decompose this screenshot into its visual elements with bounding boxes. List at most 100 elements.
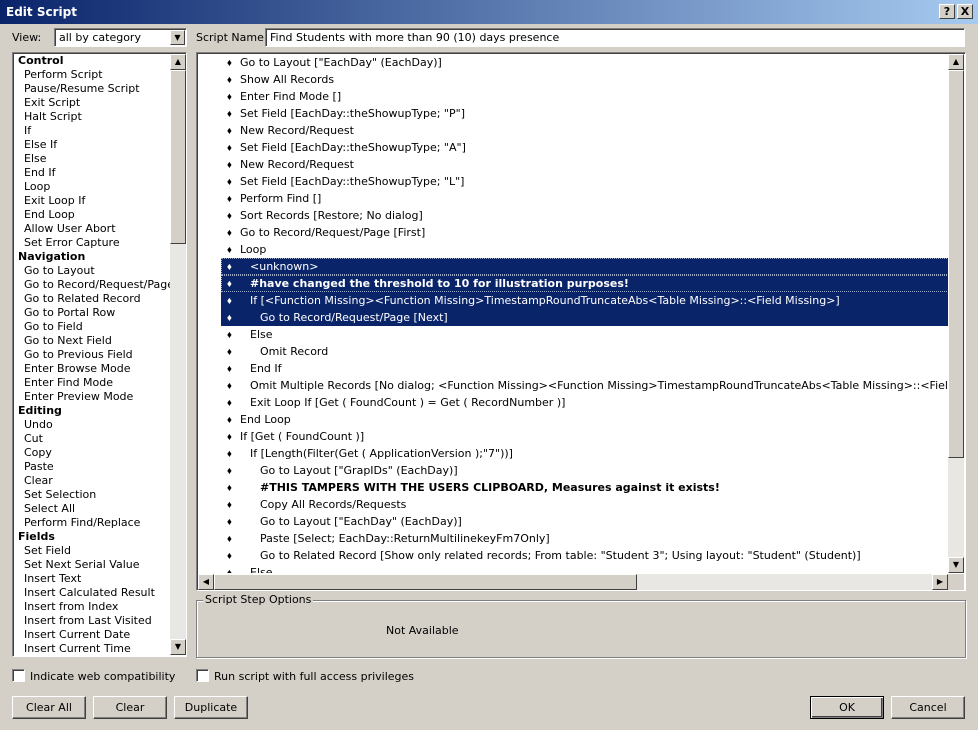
script-line[interactable]: ◆ If [Length(Filter(Get ( ApplicationVers… bbox=[221, 445, 949, 462]
step-list-item[interactable]: Exit Loop If bbox=[14, 194, 170, 208]
script-line[interactable]: ◆ Perform Find [] bbox=[221, 190, 949, 207]
step-list-item[interactable]: Go to Previous Field bbox=[14, 348, 170, 362]
editor-hscroll-thumb[interactable] bbox=[214, 574, 637, 590]
step-list-item[interactable]: Go to Related Record bbox=[14, 292, 170, 306]
editor-scroll-right-icon[interactable]: ▶ bbox=[932, 574, 948, 590]
step-category-fields[interactable]: Fields bbox=[14, 530, 170, 544]
drag-handle-icon[interactable]: ◆ bbox=[227, 258, 233, 275]
drag-handle-icon[interactable]: ◆ bbox=[227, 292, 233, 309]
drag-handle-icon[interactable]: ◆ bbox=[227, 190, 233, 207]
drag-handle-icon[interactable]: ◆ bbox=[227, 360, 233, 377]
script-line[interactable]: ◆ Go to Layout ["EachDay" (EachDay)] bbox=[221, 54, 949, 71]
script-steps-list[interactable]: Control Perform Script Pause/Resume Script… bbox=[12, 52, 187, 657]
drag-handle-icon[interactable]: ◆ bbox=[227, 479, 233, 496]
drag-handle-icon[interactable]: ◆ bbox=[227, 564, 233, 573]
ok-button[interactable]: OK bbox=[810, 696, 884, 719]
step-category-editing[interactable]: Editing bbox=[14, 404, 170, 418]
drag-handle-icon[interactable]: ◆ bbox=[227, 309, 233, 326]
step-list-item[interactable]: Go to Portal Row bbox=[14, 306, 170, 320]
script-name-input[interactable]: Find Students with more than 90 (10) day… bbox=[265, 28, 965, 47]
drag-handle-icon[interactable]: ◆ bbox=[227, 462, 233, 479]
step-list-item[interactable]: Go to Layout bbox=[14, 264, 170, 278]
steps-scroll-thumb[interactable] bbox=[170, 70, 186, 244]
script-line[interactable]: ◆ Loop bbox=[221, 241, 949, 258]
script-line[interactable]: ◆ Paste [Select; EachDay::ReturnMultiline… bbox=[221, 530, 949, 547]
script-line[interactable]: ◆ Go to Layout ["GrapIDs" (EachDay)] bbox=[221, 462, 949, 479]
script-line[interactable]: ◆ Go to Record/Request/Page [First] bbox=[221, 224, 949, 241]
clear-button[interactable]: Clear bbox=[93, 696, 167, 719]
editor-hscrollbar[interactable]: ◀ ▶ bbox=[198, 574, 948, 590]
duplicate-button[interactable]: Duplicate bbox=[174, 696, 248, 719]
drag-handle-icon[interactable]: ◆ bbox=[227, 139, 233, 156]
step-list-item[interactable]: Go to Record/Request/Page bbox=[14, 278, 170, 292]
help-button[interactable]: ? bbox=[939, 4, 955, 19]
step-list-item[interactable]: Go to Field bbox=[14, 320, 170, 334]
clear-all-button[interactable]: Clear All bbox=[12, 696, 86, 719]
step-list-item[interactable]: Allow User Abort bbox=[14, 222, 170, 236]
drag-handle-icon[interactable]: ◆ bbox=[227, 428, 233, 445]
step-list-item[interactable]: Copy bbox=[14, 446, 170, 460]
script-line[interactable]: ◆ Go to Related Record [Show only related… bbox=[221, 547, 949, 564]
drag-handle-icon[interactable]: ◆ bbox=[227, 207, 233, 224]
drag-handle-icon[interactable]: ◆ bbox=[227, 275, 233, 292]
drag-handle-icon[interactable]: ◆ bbox=[227, 547, 233, 564]
drag-handle-icon[interactable]: ◆ bbox=[227, 71, 233, 88]
step-list-item[interactable]: Insert Current Time bbox=[14, 642, 170, 655]
script-line[interactable]: ◆ Enter Find Mode [] bbox=[221, 88, 949, 105]
script-line[interactable]: ◆ #THIS TAMPERS WITH THE USERS CLIPBOARD,… bbox=[221, 479, 949, 496]
scroll-up-icon[interactable]: ▲ bbox=[170, 54, 186, 70]
drag-handle-icon[interactable]: ◆ bbox=[227, 105, 233, 122]
step-list-item[interactable]: Set Field bbox=[14, 544, 170, 558]
step-list-item[interactable]: Cut bbox=[14, 432, 170, 446]
script-line[interactable]: ◆ <unknown> bbox=[221, 258, 949, 275]
editor-scroll-up-icon[interactable]: ▲ bbox=[948, 54, 964, 70]
script-line[interactable]: ◆ Else bbox=[221, 564, 949, 573]
drag-handle-icon[interactable]: ◆ bbox=[227, 513, 233, 530]
step-list-item[interactable]: Perform Find/Replace bbox=[14, 516, 170, 530]
step-list-item[interactable]: Loop bbox=[14, 180, 170, 194]
step-list-item[interactable]: Enter Browse Mode bbox=[14, 362, 170, 376]
script-line[interactable]: ◆ New Record/Request bbox=[221, 156, 949, 173]
editor-scroll-left-icon[interactable]: ◀ bbox=[198, 574, 214, 590]
script-line[interactable]: ◆ Show All Records bbox=[221, 71, 949, 88]
drag-handle-icon[interactable]: ◆ bbox=[227, 496, 233, 513]
step-list-item[interactable]: Set Next Serial Value bbox=[14, 558, 170, 572]
step-list-item[interactable]: Insert Calculated Result bbox=[14, 586, 170, 600]
script-line[interactable]: ◆ Sort Records [Restore; No dialog] bbox=[221, 207, 949, 224]
script-editor[interactable]: ◆ Go to Layout ["EachDay" (EachDay)] ◆ Show… bbox=[196, 52, 966, 591]
step-list-item[interactable]: Set Selection bbox=[14, 488, 170, 502]
web-compat-checkbox[interactable] bbox=[12, 669, 25, 682]
drag-handle-icon[interactable]: ◆ bbox=[227, 156, 233, 173]
step-category-navigation[interactable]: Navigation bbox=[14, 250, 170, 264]
script-line[interactable]: ◆ If [Get ( FoundCount )] bbox=[221, 428, 949, 445]
drag-handle-icon[interactable]: ◆ bbox=[227, 343, 233, 360]
script-line[interactable]: ◆ End Loop bbox=[221, 411, 949, 428]
editor-scroll-down-icon[interactable]: ▼ bbox=[948, 557, 964, 573]
step-list-item[interactable]: If bbox=[14, 124, 170, 138]
script-line[interactable]: ◆ If [<Function Missing><Function Missing… bbox=[221, 292, 949, 309]
step-list-item[interactable]: Perform Script bbox=[14, 68, 170, 82]
step-list-item[interactable]: Exit Script bbox=[14, 96, 170, 110]
step-list-item[interactable]: Insert from Last Visited bbox=[14, 614, 170, 628]
drag-handle-icon[interactable]: ◆ bbox=[227, 377, 233, 394]
chevron-down-icon[interactable]: ▼ bbox=[170, 30, 185, 45]
step-list-item[interactable]: Paste bbox=[14, 460, 170, 474]
script-line[interactable]: ◆ Go to Record/Request/Page [Next] bbox=[221, 309, 949, 326]
close-button[interactable]: X bbox=[957, 4, 973, 19]
step-list-item[interactable]: End If bbox=[14, 166, 170, 180]
steps-scrollbar[interactable]: ▲ ▼ bbox=[170, 54, 186, 655]
drag-handle-icon[interactable]: ◆ bbox=[227, 326, 233, 343]
step-list-item[interactable]: Enter Preview Mode bbox=[14, 390, 170, 404]
script-line[interactable]: ◆ Omit Multiple Records [No dialog; <Func… bbox=[221, 377, 949, 394]
drag-handle-icon[interactable]: ◆ bbox=[227, 173, 233, 190]
step-list-item[interactable]: Halt Script bbox=[14, 110, 170, 124]
script-line[interactable]: ◆ Go to Layout ["EachDay" (EachDay)] bbox=[221, 513, 949, 530]
script-line[interactable]: ◆ Set Field [EachDay::theShowupType; "L"] bbox=[221, 173, 949, 190]
title-bar[interactable]: Edit Script ? X bbox=[0, 0, 978, 24]
script-line[interactable]: ◆ Else bbox=[221, 326, 949, 343]
drag-handle-icon[interactable]: ◆ bbox=[227, 54, 233, 71]
drag-handle-icon[interactable]: ◆ bbox=[227, 241, 233, 258]
step-list-item[interactable]: Enter Find Mode bbox=[14, 376, 170, 390]
step-list-item[interactable]: Go to Next Field bbox=[14, 334, 170, 348]
drag-handle-icon[interactable]: ◆ bbox=[227, 530, 233, 547]
